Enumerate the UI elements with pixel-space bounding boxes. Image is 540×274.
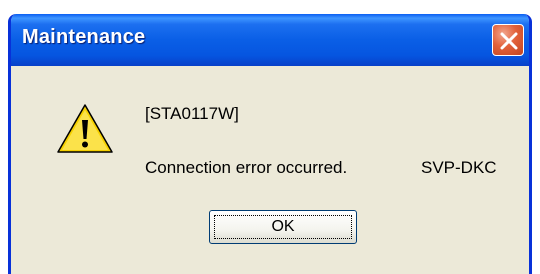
- ok-button-label: OK: [214, 215, 352, 239]
- close-button[interactable]: [492, 24, 524, 56]
- error-source: SVP-DKC: [421, 158, 497, 177]
- close-icon: [500, 32, 518, 50]
- window-title: Maintenance: [22, 26, 146, 48]
- ok-button[interactable]: OK: [209, 210, 357, 244]
- maintenance-dialog: Maintenance [STA0117W] Connection error …: [8, 14, 532, 274]
- error-code: [STA0117W]: [145, 104, 239, 123]
- title-bar[interactable]: Maintenance: [11, 14, 529, 66]
- error-message: Connection error occurred.: [145, 158, 348, 177]
- warning-icon: [57, 104, 113, 153]
